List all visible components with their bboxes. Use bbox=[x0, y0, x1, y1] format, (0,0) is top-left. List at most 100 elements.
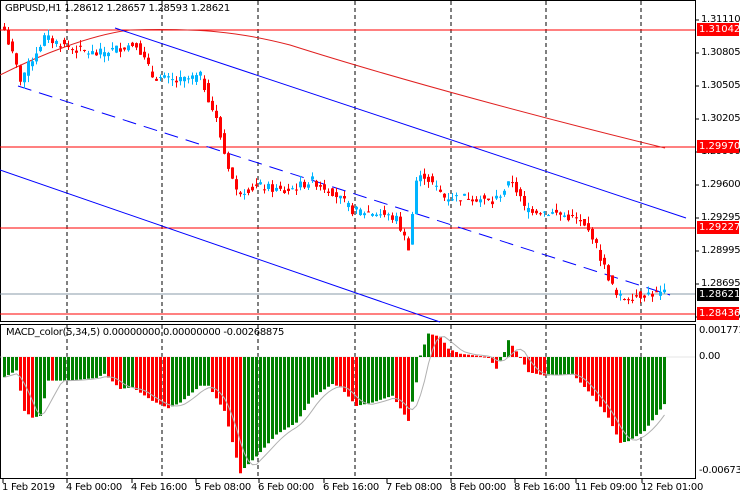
candle-body bbox=[31, 61, 34, 67]
macd-bar bbox=[167, 357, 170, 409]
candle-body bbox=[171, 79, 174, 81]
candle-body bbox=[243, 193, 246, 195]
macd-bar bbox=[367, 357, 370, 404]
macd-bar bbox=[79, 357, 82, 380]
candle-body bbox=[431, 176, 434, 183]
macd-bar bbox=[179, 357, 182, 403]
macd-bar bbox=[659, 357, 662, 410]
candle-body bbox=[3, 26, 6, 30]
chart-canvas[interactable] bbox=[0, 0, 740, 500]
candle-body bbox=[471, 199, 474, 202]
macd-bar bbox=[463, 354, 466, 357]
macd-bar bbox=[591, 357, 594, 396]
macd-bar bbox=[191, 357, 194, 393]
macd-bar bbox=[103, 357, 106, 374]
candle-body bbox=[135, 43, 138, 48]
channel-middle-line[interactable] bbox=[17, 85, 671, 296]
candle-body bbox=[283, 190, 286, 194]
channel-upper-line[interactable] bbox=[114, 27, 687, 219]
candle-body bbox=[263, 189, 266, 191]
macd-bar bbox=[231, 357, 234, 443]
candle-body bbox=[427, 176, 430, 182]
macd-bar bbox=[639, 357, 642, 434]
macd-bar bbox=[87, 357, 90, 379]
macd-bar bbox=[31, 357, 34, 418]
macd-bar bbox=[619, 357, 622, 443]
candle-body bbox=[231, 167, 234, 179]
candle-body bbox=[223, 133, 226, 154]
macd-bar bbox=[219, 357, 222, 405]
candle-body bbox=[23, 72, 26, 83]
time-axis-label: 4 Feb 16:00 bbox=[131, 482, 187, 493]
macd-bar bbox=[195, 357, 198, 390]
candle-body bbox=[47, 35, 50, 40]
candle-body bbox=[395, 215, 398, 222]
macd-bar bbox=[595, 357, 598, 402]
candle-body bbox=[43, 35, 46, 46]
macd-bar bbox=[239, 357, 242, 474]
candle-body bbox=[475, 199, 478, 202]
macd-bar bbox=[627, 357, 630, 442]
macd-bar bbox=[503, 352, 506, 357]
candle-body bbox=[375, 214, 378, 217]
candle-body bbox=[407, 238, 410, 251]
macd-bar bbox=[495, 357, 498, 369]
chart-window[interactable]: GBPUSD,H1 1.28612 1.28657 1.28593 1.2862… bbox=[0, 0, 740, 500]
candle-body bbox=[455, 195, 458, 197]
candle-body bbox=[131, 42, 134, 46]
candle-body bbox=[575, 217, 578, 219]
candle-body bbox=[495, 195, 498, 199]
macd-bar bbox=[75, 357, 78, 380]
candle-body bbox=[83, 49, 86, 51]
macd-axis-zero: 0.00 bbox=[699, 351, 721, 362]
macd-bar bbox=[423, 344, 426, 357]
candle-body bbox=[123, 47, 126, 50]
time-axis-label: 6 Feb 16:00 bbox=[323, 482, 379, 493]
macd-bar bbox=[547, 357, 550, 376]
candle-body bbox=[179, 77, 182, 82]
macd-bar bbox=[471, 355, 474, 357]
candle-body bbox=[311, 176, 314, 180]
macd-bar bbox=[623, 357, 626, 442]
macd-bar bbox=[279, 357, 282, 433]
macd-bar bbox=[335, 357, 338, 386]
candle-body bbox=[555, 209, 558, 213]
macd-bar bbox=[563, 357, 566, 375]
candle-body bbox=[259, 182, 262, 185]
channel-lower-line[interactable] bbox=[0, 169, 441, 323]
candle-body bbox=[535, 210, 538, 214]
macd-bar bbox=[223, 357, 226, 411]
macd-bar bbox=[523, 357, 526, 365]
time-axis-label: 8 Feb 16:00 bbox=[514, 482, 570, 493]
candle-body bbox=[647, 292, 650, 295]
candle-body bbox=[199, 71, 202, 76]
macd-bar bbox=[83, 357, 86, 380]
macd-bar bbox=[567, 357, 570, 375]
candle-body bbox=[363, 213, 366, 216]
macd-bar bbox=[227, 357, 230, 427]
macd-bar bbox=[59, 357, 62, 381]
macd-bar bbox=[383, 357, 386, 399]
macd-bar bbox=[7, 357, 10, 375]
candle-body bbox=[623, 299, 626, 301]
price-tag-level-1: 1.31042 bbox=[697, 23, 740, 36]
ohlc-values: 1.28612 1.28657 1.28593 1.28621 bbox=[64, 3, 230, 14]
candle-body bbox=[631, 299, 634, 301]
macd-bar bbox=[63, 357, 66, 381]
macd-bar bbox=[267, 357, 270, 444]
candle-body bbox=[371, 213, 374, 216]
macd-bar bbox=[207, 357, 210, 386]
macd-bar bbox=[211, 357, 214, 393]
candle-body bbox=[531, 209, 534, 213]
candle-body bbox=[159, 77, 162, 79]
macd-bar bbox=[275, 357, 278, 435]
macd-bar bbox=[27, 357, 30, 415]
macd-axis-min: -0.006735 bbox=[699, 465, 740, 476]
macd-bar bbox=[91, 357, 94, 379]
macd-bar bbox=[255, 357, 258, 457]
candle-body bbox=[467, 198, 470, 200]
candle-body bbox=[547, 215, 550, 217]
candle-body bbox=[187, 78, 190, 80]
macd-bar bbox=[215, 357, 218, 399]
candle-body bbox=[479, 199, 482, 203]
